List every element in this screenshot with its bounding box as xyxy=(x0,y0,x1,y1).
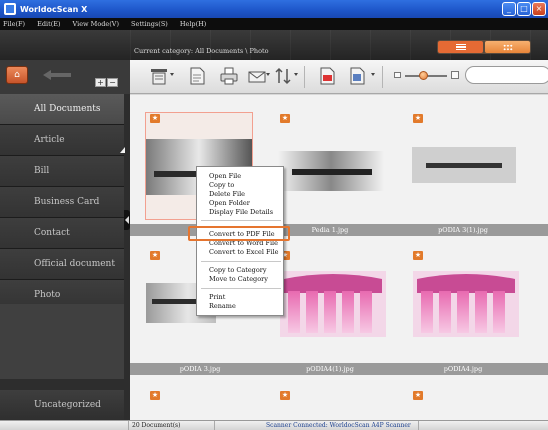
search-input[interactable] xyxy=(465,66,548,84)
file-caption: pODIA4.jpg xyxy=(443,365,483,373)
favorite-star-icon[interactable]: ★ xyxy=(280,114,290,123)
sidebar-item-business-card[interactable]: Business Card xyxy=(0,187,124,218)
grid-icon xyxy=(502,43,513,51)
add-category-button[interactable]: + xyxy=(95,78,106,87)
highlight-box xyxy=(188,226,290,241)
file-caption: pODIA4(1).jpg xyxy=(306,365,354,373)
thumbnail-photo[interactable] xyxy=(278,151,384,191)
thumbnail-photo[interactable] xyxy=(412,147,516,183)
sidebar-item-uncategorized[interactable]: Uncategorized Do... xyxy=(0,390,124,420)
grid-view-button[interactable] xyxy=(485,41,530,53)
menu-help[interactable]: Help(H) xyxy=(180,20,207,28)
back-button[interactable] xyxy=(38,69,76,81)
menu-item-open-file[interactable]: Open File xyxy=(197,172,283,181)
toolbar-separator-2 xyxy=(382,66,383,88)
menu-item-rename[interactable]: Rename xyxy=(197,302,283,311)
menu-item-convert-to-excel[interactable]: Convert to Excel File xyxy=(197,248,283,257)
thumbnail-photo[interactable] xyxy=(413,271,519,337)
menu-separator xyxy=(201,288,281,289)
document-grid: ★ ★ ★ I... Pedia 1.jpg pODIA 3(1).jpg ★ … xyxy=(130,95,548,420)
menu-file[interactable]: File(F) xyxy=(3,20,25,28)
menu-item-move-to-category[interactable]: Move to Category xyxy=(197,275,283,284)
document-count: 20 Document(s) xyxy=(132,422,181,429)
mail-dropdown-icon[interactable] xyxy=(266,73,270,76)
sidebar-item-article[interactable]: Article xyxy=(0,125,125,156)
menu-item-copy-to-category[interactable]: Copy to Category xyxy=(197,266,283,275)
document-icon[interactable] xyxy=(188,66,206,86)
title-bar: WorldocScan X _ □ × xyxy=(0,0,548,18)
category-sidebar: All Documents Article Bill Business Card… xyxy=(0,94,130,420)
zoom-out-icon[interactable] xyxy=(394,72,401,78)
back-arrow-icon xyxy=(43,70,51,80)
home-icon: ⌂ xyxy=(14,70,20,80)
menu-edit[interactable]: Edit(E) xyxy=(37,20,60,28)
scanner-status: Scanner Connected: WorldocScan A4P Scann… xyxy=(266,422,411,429)
sidebar-empty-area xyxy=(0,304,124,379)
sidebar-item-all-documents[interactable]: All Documents xyxy=(0,94,124,125)
status-bar: 20 Document(s) Scanner Connected: Worldo… xyxy=(0,420,548,430)
maximize-button[interactable]: □ xyxy=(517,2,531,16)
list-icon xyxy=(455,44,466,50)
menu-item-print[interactable]: Print xyxy=(197,293,283,302)
favorite-star-icon[interactable]: ★ xyxy=(150,391,160,400)
status-separator xyxy=(128,421,129,430)
menu-item-copy-to[interactable]: Copy to xyxy=(197,181,283,190)
favorite-star-icon[interactable]: ★ xyxy=(413,391,423,400)
sidebar-item-official-document[interactable]: Official document xyxy=(0,249,124,280)
menu-item-open-folder[interactable]: Open Folder xyxy=(197,199,283,208)
scan-dropdown-icon[interactable] xyxy=(170,73,174,76)
file-caption: pODIA 3.jpg xyxy=(179,365,221,373)
file-caption: pODIA 3(1).jpg xyxy=(438,226,488,234)
export-icon[interactable] xyxy=(348,66,366,86)
context-menu: Open File Copy to Delete File Open Folde… xyxy=(196,166,284,316)
menu-separator xyxy=(201,220,281,221)
favorite-star-icon[interactable]: ★ xyxy=(150,251,160,260)
app-icon xyxy=(4,3,16,15)
favorite-star-icon[interactable]: ★ xyxy=(413,251,423,260)
thumbnail-photo[interactable] xyxy=(280,271,386,337)
favorite-star-icon[interactable]: ★ xyxy=(413,114,423,123)
menu-item-delete-file[interactable]: Delete File xyxy=(197,190,283,199)
scan-icon[interactable] xyxy=(150,66,168,86)
window-title: WorldocScan X xyxy=(20,4,88,14)
favorite-star-icon[interactable]: ★ xyxy=(280,391,290,400)
toolbar-separator xyxy=(304,66,305,88)
view-mode-toggle xyxy=(437,40,531,54)
menu-settings[interactable]: Settings(S) xyxy=(131,20,168,28)
favorite-star-icon[interactable]: ★ xyxy=(150,114,160,123)
sidebar-item-bill[interactable]: Bill xyxy=(0,156,124,187)
sidebar-item-contact[interactable]: Contact xyxy=(0,218,124,249)
home-button[interactable]: ⌂ xyxy=(6,66,28,84)
zoom-in-icon[interactable] xyxy=(451,71,459,79)
list-view-button[interactable] xyxy=(438,41,483,53)
file-caption: Pedia 1.jpg xyxy=(311,226,349,234)
menu-view-mode[interactable]: View Mode(V) xyxy=(73,20,119,28)
status-separator xyxy=(418,421,419,430)
pdf-icon[interactable] xyxy=(318,66,336,86)
menu-item-display-file-details[interactable]: Display File Details xyxy=(197,208,283,217)
menu-bar: File(F) Edit(E) View Mode(V) Settings(S)… xyxy=(0,18,548,30)
print-icon[interactable] xyxy=(220,66,238,86)
window-controls: _ □ × xyxy=(502,2,546,16)
sort-icon[interactable] xyxy=(274,66,292,86)
sort-dropdown-icon[interactable] xyxy=(294,73,298,76)
remove-category-button[interactable]: − xyxy=(107,78,118,87)
status-separator xyxy=(214,421,215,430)
close-button[interactable]: × xyxy=(532,2,546,16)
mail-icon[interactable] xyxy=(248,66,266,86)
menu-separator xyxy=(201,261,281,262)
category-path: Current category: All Documents \ Photo xyxy=(134,47,269,55)
export-dropdown-icon[interactable] xyxy=(371,73,375,76)
minimize-button[interactable]: _ xyxy=(502,2,516,16)
